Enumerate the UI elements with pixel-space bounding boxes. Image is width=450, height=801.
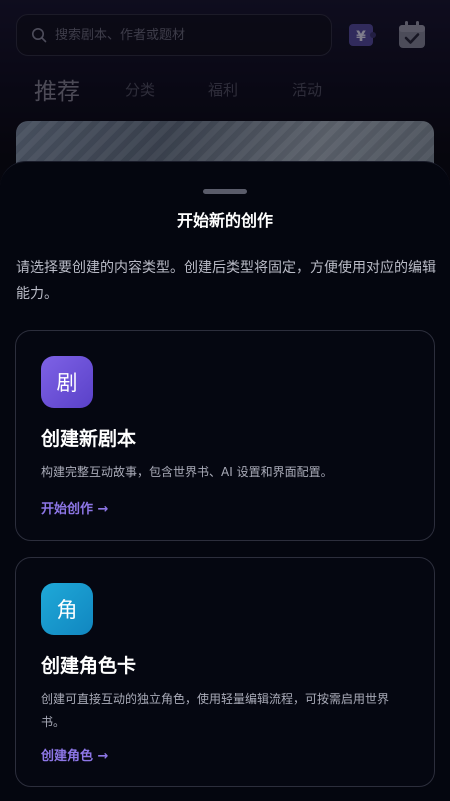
- card-description: 创建可直接互动的独立角色，使用轻量编辑流程，可按需启用世界书。: [41, 692, 390, 729]
- create-character-link[interactable]: 创建角色 →: [41, 745, 108, 764]
- sheet-description: 请选择要创建的内容类型。创建后类型将固定，方便使用对应的编辑能力。: [16, 260, 436, 302]
- character-icon: 角: [41, 583, 93, 635]
- card-title: 创建角色卡: [41, 655, 137, 677]
- create-character-card[interactable]: 角 创建角色卡 创建可直接互动的独立角色，使用轻量编辑流程，可按需启用世界书。 …: [15, 557, 435, 787]
- card-description: 构建完整互动故事，包含世界书、AI 设置和界面配置。: [41, 465, 333, 479]
- sheet-drag-handle[interactable]: [203, 189, 247, 194]
- script-icon: 剧: [41, 356, 93, 408]
- sheet-title: 开始新的创作: [176, 211, 273, 230]
- card-title: 创建新剧本: [41, 428, 137, 450]
- create-script-card[interactable]: 剧 创建新剧本 构建完整互动故事，包含世界书、AI 设置和界面配置。 开始创作 …: [15, 330, 435, 541]
- start-creating-link[interactable]: 开始创作 →: [41, 498, 108, 517]
- create-bottom-sheet: 开始新的创作 请选择要创建的内容类型。创建后类型将固定，方便使用对应的编辑能力。…: [0, 161, 450, 801]
